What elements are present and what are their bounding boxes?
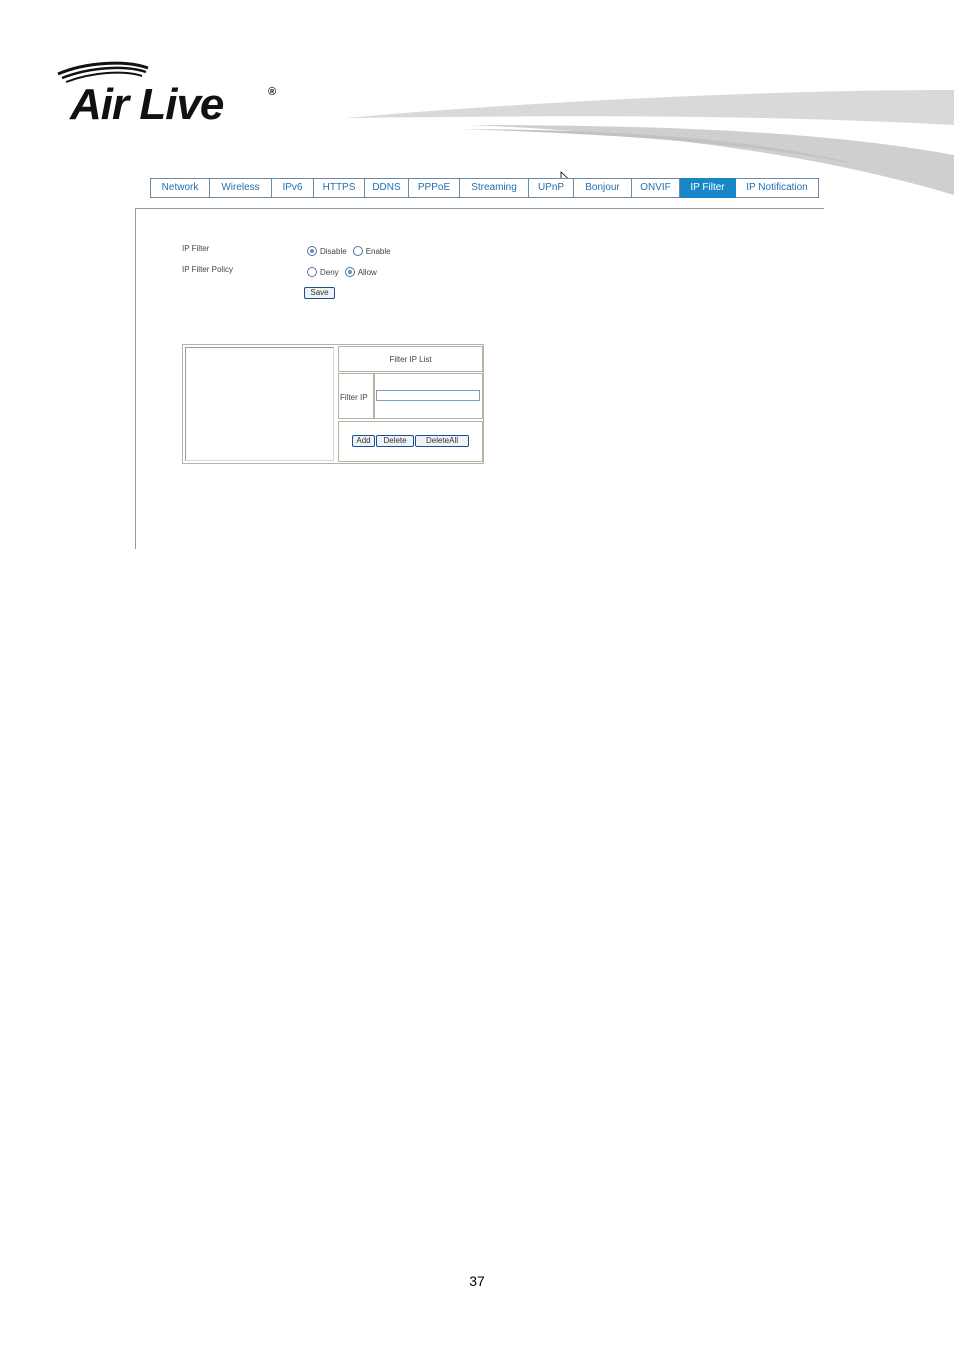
delete-button[interactable]: Delete — [376, 435, 414, 447]
content-frame-top-border — [135, 208, 824, 209]
tab-ipv6[interactable]: IPv6 — [272, 178, 314, 198]
tab-upnp[interactable]: UPnP — [529, 178, 574, 198]
policy-deny-label: Deny — [320, 267, 339, 277]
tab-ddns[interactable]: DDNS — [365, 178, 409, 198]
tab-streaming[interactable]: Streaming — [460, 178, 529, 198]
settings-tab-bar: Network Wireless IPv6 HTTPS DDNS PPPoE S… — [150, 178, 819, 198]
ip-filter-enable-option[interactable]: Enable — [352, 246, 391, 256]
filter-ip-list-title: Filter IP List — [389, 355, 432, 364]
delete-all-button[interactable]: DeleteAll — [415, 435, 469, 447]
tab-bonjour[interactable]: Bonjour — [574, 178, 632, 198]
ip-filter-disable-option[interactable]: Disable — [307, 246, 347, 256]
tab-ip-filter[interactable]: IP Filter — [680, 178, 736, 198]
tab-wireless[interactable]: Wireless — [210, 178, 272, 198]
logo-wordmark: Air Live — [70, 80, 224, 129]
tab-ip-notification[interactable]: IP Notification — [736, 178, 819, 198]
filter-ip-input[interactable] — [376, 390, 480, 401]
ip-filter-radio-group: Disable Enable — [307, 246, 397, 256]
ip-filter-policy-radio-group: Deny Allow — [307, 267, 383, 277]
tab-network[interactable]: Network — [150, 178, 210, 198]
radio-unchecked-icon[interactable] — [352, 246, 363, 256]
filter-ip-listbox[interactable] — [185, 347, 334, 461]
ip-filter-label: IP Filter — [182, 244, 210, 253]
policy-allow-option[interactable]: Allow — [344, 267, 377, 277]
save-button[interactable]: Save — [304, 287, 335, 299]
ip-filter-enable-label: Enable — [365, 246, 391, 256]
ip-filter-policy-label: IP Filter Policy — [182, 265, 233, 274]
content-frame-left-border — [135, 208, 136, 549]
filter-ip-label: Filter IP — [340, 393, 368, 402]
page-number: 37 — [469, 1273, 485, 1289]
filter-ip-list-header: Filter IP List — [338, 346, 483, 372]
tab-onvif[interactable]: ONVIF — [632, 178, 680, 198]
policy-allow-label: Allow — [357, 267, 377, 277]
radio-unchecked-icon[interactable] — [307, 267, 317, 277]
radio-checked-icon[interactable] — [344, 267, 355, 277]
filter-ip-label-cell: Filter IP — [338, 373, 374, 419]
policy-deny-option[interactable]: Deny — [307, 267, 339, 277]
radio-checked-icon[interactable] — [307, 246, 317, 256]
add-button[interactable]: Add — [352, 435, 375, 447]
airlive-logo: Air Live ® — [56, 60, 296, 130]
tab-https[interactable]: HTTPS — [314, 178, 365, 198]
registered-mark: ® — [268, 86, 277, 98]
tab-pppoe[interactable]: PPPoE — [409, 178, 460, 198]
ip-filter-disable-label: Disable — [320, 246, 347, 256]
